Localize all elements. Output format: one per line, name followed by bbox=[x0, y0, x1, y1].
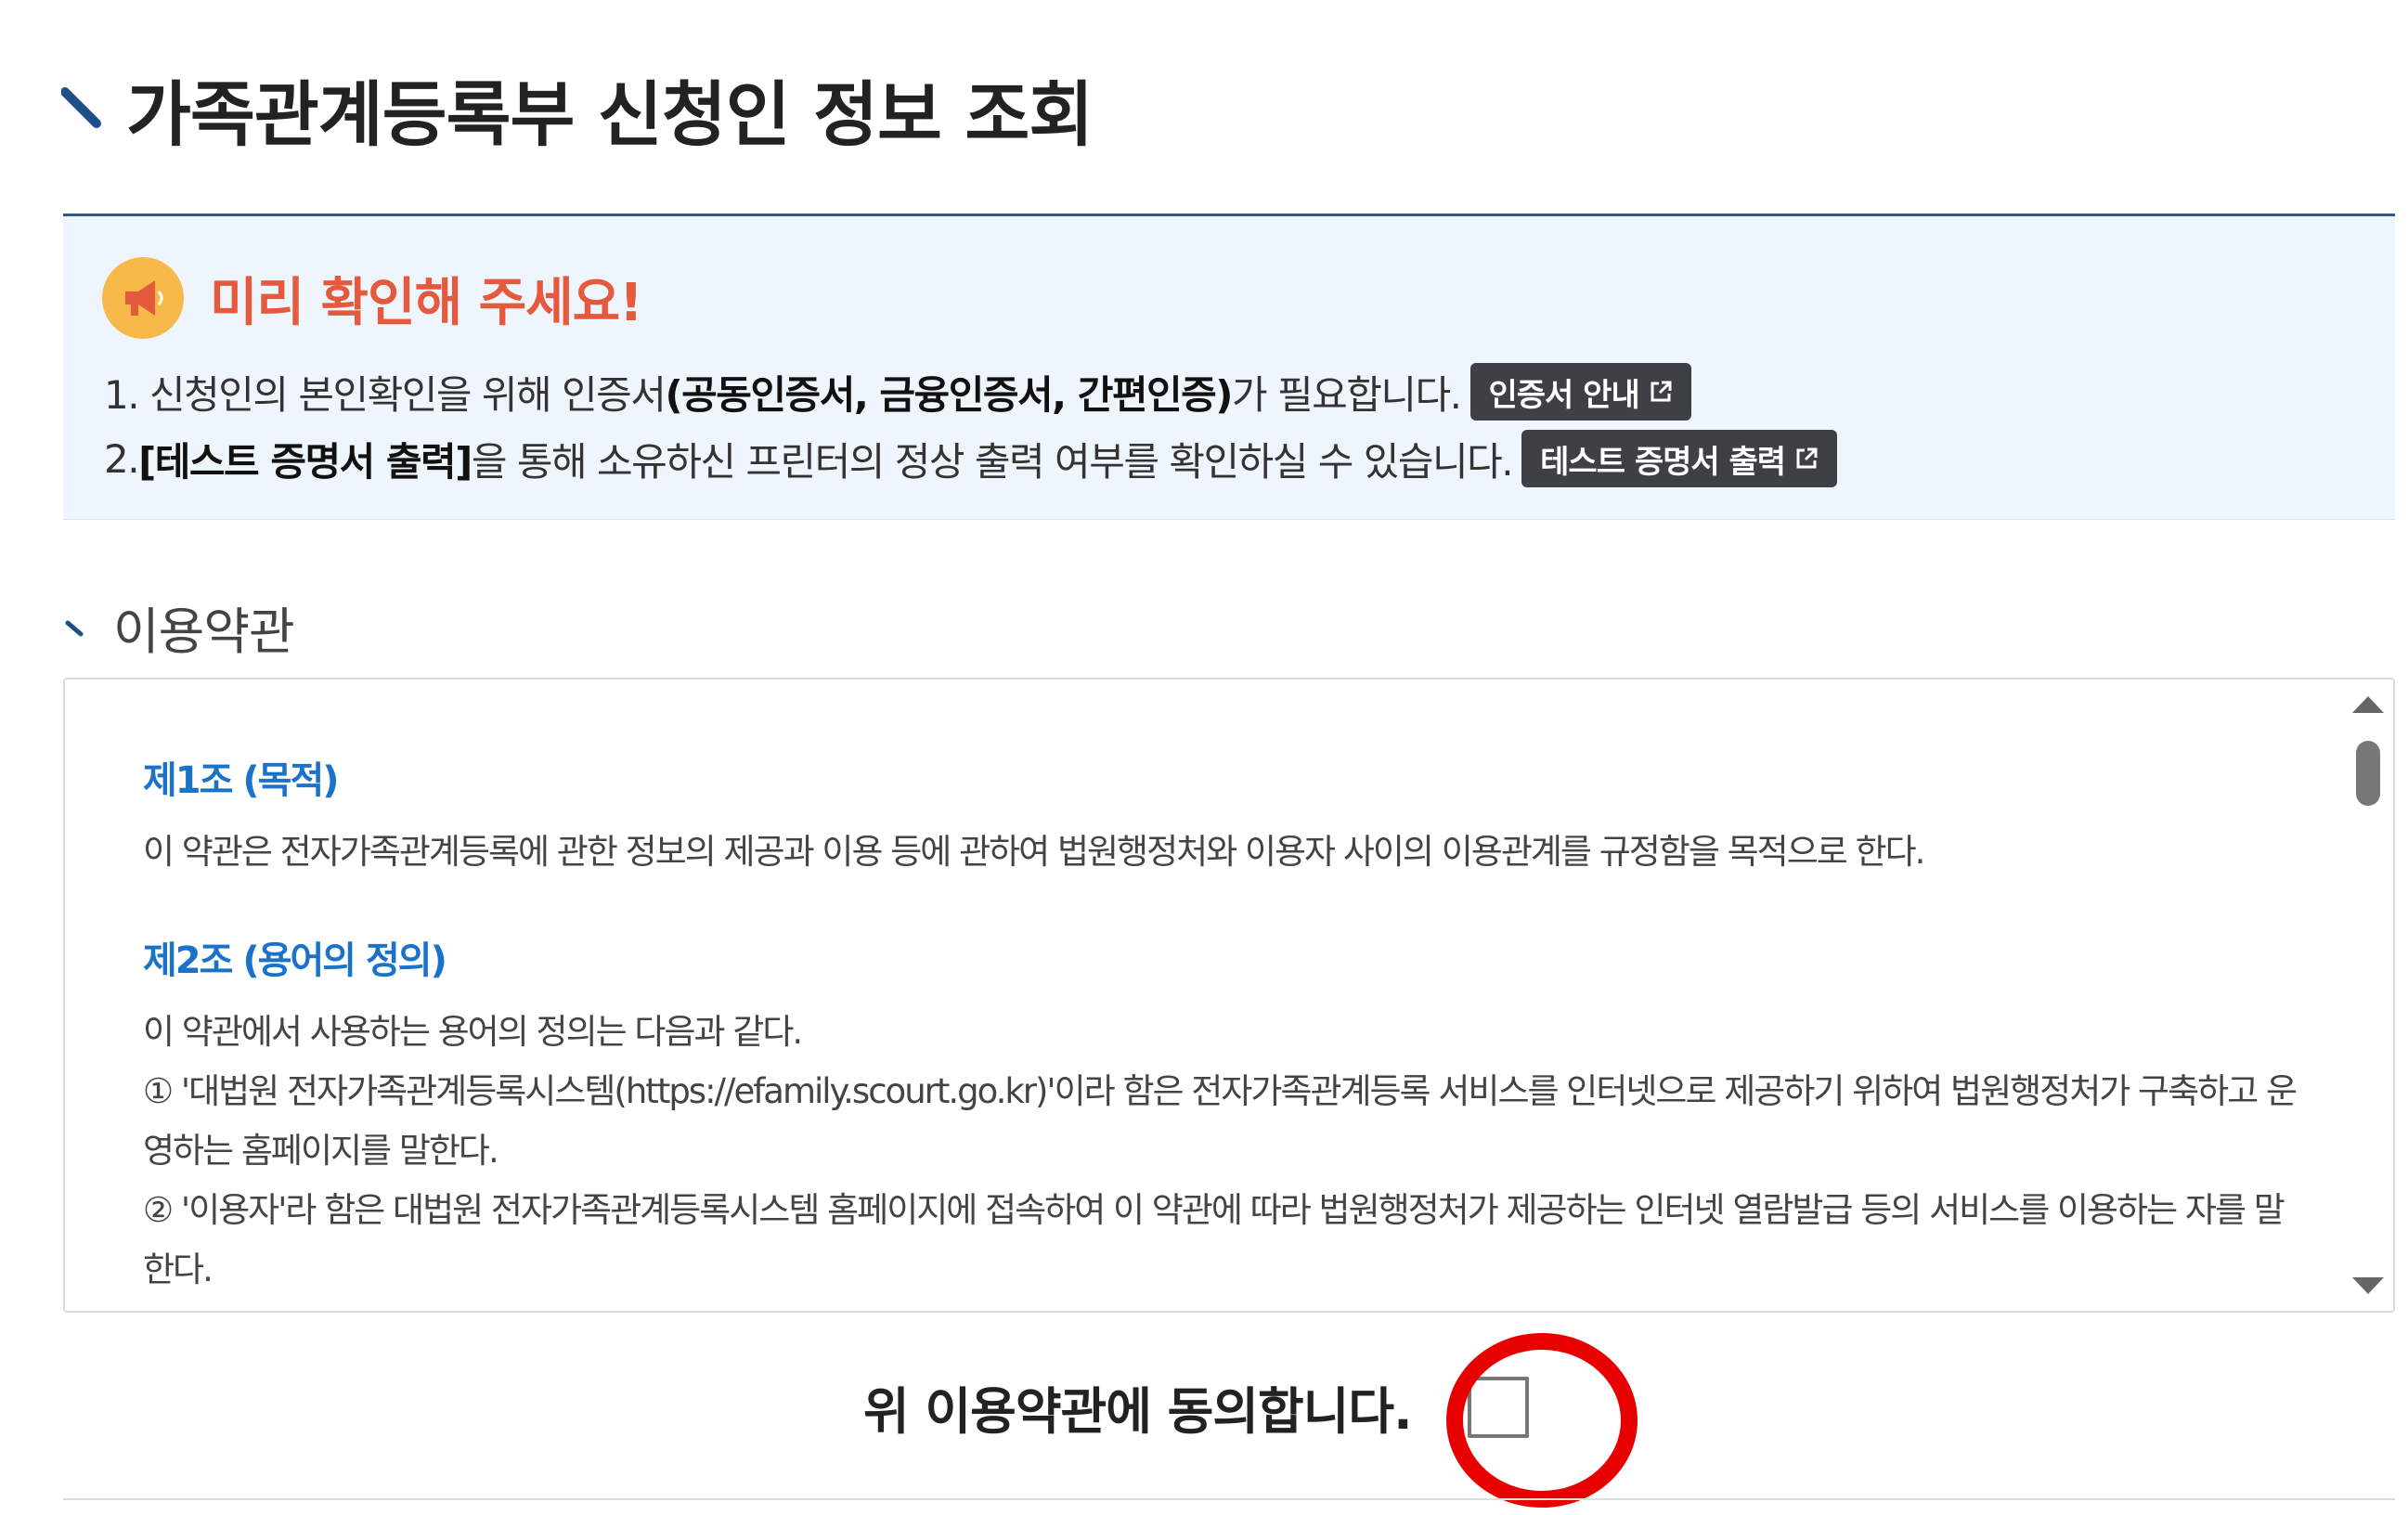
notice-line-1-bold: (공동인증서, 금융인증서, 간편인증) bbox=[665, 371, 1233, 418]
article-paragraph: ② '이용자'라 함은 대법원 전자가족관계등록시스템 홈페이지에 접속하여 이… bbox=[143, 1190, 2285, 1289]
notice-line-1-suffix: 가 필요합니다. bbox=[1231, 371, 1462, 418]
terms-agreement: 위 이용약관에 동의합니다. bbox=[863, 1370, 1529, 1444]
article-paragraph: ① '대법원 전자가족관계등록시스템(https://efamily.scour… bbox=[143, 1071, 2298, 1171]
scrollbar-thumb[interactable] bbox=[2356, 741, 2380, 806]
notice-box: 미리 확인해 주세요! 1. 신청인의 본인확인을 위해 인증서 (공동인증서,… bbox=[63, 214, 2395, 520]
certificate-guide-button[interactable]: 인증서 안내 bbox=[1469, 363, 1691, 421]
notice-line-2-suffix: 을 통해 소유하신 프린터의 정상 출력 여부를 확인하실 수 있습니다. bbox=[471, 438, 1514, 485]
notice-line-1: 1. 신청인의 본인확인을 위해 인증서 (공동인증서, 금융인증서, 간편인증… bbox=[104, 363, 1691, 421]
certificate-guide-button-label: 인증서 안내 bbox=[1488, 376, 1640, 414]
article-paragraph: 이 약관에서 사용하는 용어의 정의는 다음과 같다. bbox=[143, 1012, 803, 1052]
megaphone-icon bbox=[102, 257, 184, 339]
terms-agreement-label: 위 이용약관에 동의합니다. bbox=[863, 1382, 1413, 1441]
notice-line-1-prefix: 1. 신청인의 본인확인을 위해 인증서 bbox=[104, 371, 667, 418]
terms-content: 제1조 (목적) 이 약관은 전자가족관계등록에 관한 정보의 제공과 이용 등… bbox=[143, 750, 2306, 1300]
article-title: 제2조 (용어의 정의) bbox=[143, 939, 447, 982]
scroll-up-arrow-icon[interactable] bbox=[2352, 696, 2384, 713]
notice-line-2: 2. [테스트 증명서 출력] 을 통해 소유하신 프린터의 정상 출력 여부를… bbox=[104, 430, 1838, 487]
highlight-circle-annotation bbox=[1446, 1333, 1638, 1508]
external-link-icon bbox=[1796, 447, 1818, 469]
terms-scrollbar[interactable] bbox=[2339, 680, 2393, 1311]
page-title: 가족관계등록부 신청인 정보 조회 bbox=[61, 58, 1094, 160]
test-certificate-print-button[interactable]: 테스트 증명서 출력 bbox=[1521, 430, 1838, 487]
notice-line-2-prefix: 2. bbox=[104, 435, 140, 482]
notice-line-2-bold: [테스트 증명서 출력] bbox=[138, 438, 473, 485]
terms-section-title: 이용약관 bbox=[65, 590, 295, 664]
title-marker-icon bbox=[61, 87, 101, 128]
notice-heading: 미리 확인해 주세요! bbox=[210, 272, 643, 333]
notice-header: 미리 확인해 주세요! bbox=[102, 257, 643, 339]
test-certificate-print-button-label: 테스트 증명서 출력 bbox=[1540, 443, 1786, 481]
divider bbox=[63, 1498, 2395, 1500]
article-title: 제1조 (목적) bbox=[143, 759, 340, 802]
terms-section-title-text: 이용약관 bbox=[113, 602, 295, 661]
external-link-icon bbox=[1651, 381, 1672, 402]
section-marker-icon bbox=[65, 620, 84, 636]
scroll-down-arrow-icon[interactable] bbox=[2352, 1277, 2384, 1294]
page-title-text: 가족관계등록부 신청인 정보 조회 bbox=[126, 73, 1094, 156]
article-paragraph: 이 약관은 전자가족관계등록에 관한 정보의 제공과 이용 등에 관하여 법원행… bbox=[143, 832, 1925, 872]
terms-scroll-box[interactable]: 제1조 (목적) 이 약관은 전자가족관계등록에 관한 정보의 제공과 이용 등… bbox=[63, 678, 2395, 1313]
page: 가족관계등록부 신청인 정보 조회 미리 확인해 주세요! 1. 신청인의 본인… bbox=[0, 0, 2408, 1515]
